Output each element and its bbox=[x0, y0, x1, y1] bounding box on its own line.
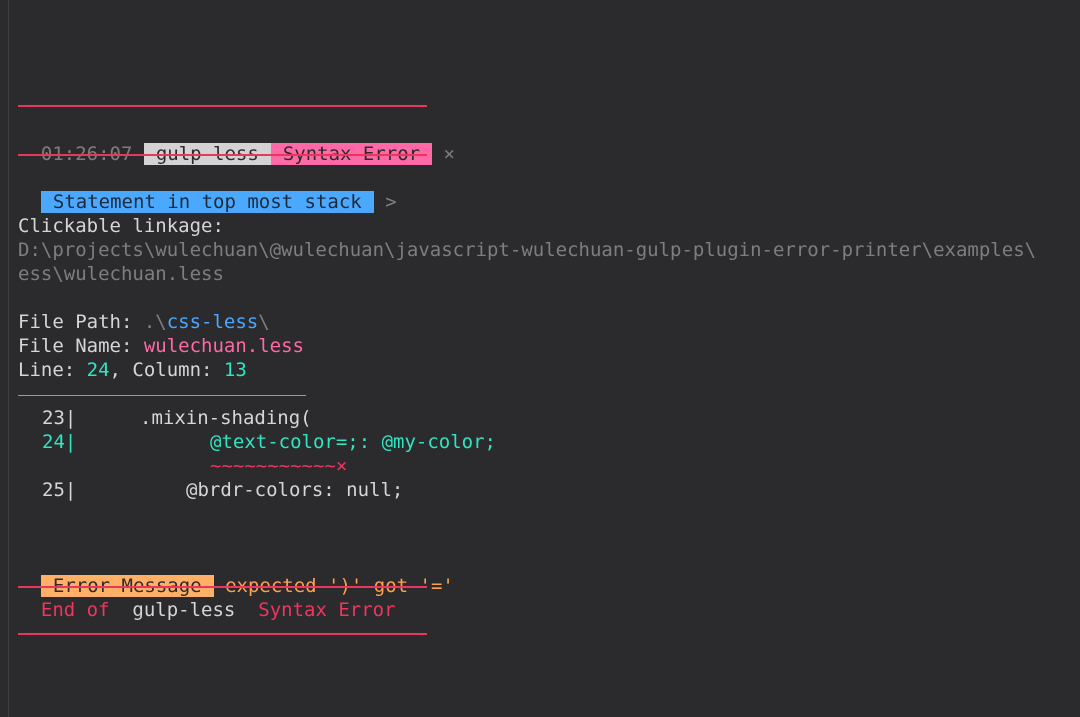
line-value: 24 bbox=[86, 359, 110, 381]
error-squiggle: ~~~~~~~~~~~ bbox=[210, 455, 336, 477]
column-label: , Column: bbox=[109, 359, 224, 381]
file-path-dot: .\ bbox=[143, 311, 167, 333]
code-line-number-error: 24| bbox=[42, 431, 77, 453]
column-value: 13 bbox=[223, 359, 247, 381]
code-line-text: @brdr-colors: null; bbox=[186, 479, 404, 501]
error-mark-icon: × bbox=[335, 455, 348, 477]
code-line-number: 25| bbox=[42, 479, 77, 501]
close-icon[interactable]: × bbox=[444, 143, 455, 165]
footer-top-rule bbox=[18, 586, 427, 588]
error-header: 01:26:07 gulp-less Syntax Error × bbox=[18, 118, 455, 165]
linkage-label: Clickable linkage: bbox=[18, 215, 224, 237]
header-bottom-rule bbox=[18, 154, 427, 156]
chevron-right-icon: > bbox=[385, 191, 397, 213]
code-separator bbox=[18, 395, 306, 396]
file-path-tail: \ bbox=[258, 311, 270, 333]
file-path-dir: css-less bbox=[166, 311, 259, 333]
file-name-row: File Name: wulechuan.less bbox=[18, 334, 304, 358]
file-path-row: File Path: .\css-less\ bbox=[18, 310, 270, 334]
code-line-text: .mixin-shading( bbox=[140, 407, 312, 429]
stack-section: Statement in top most stack > bbox=[18, 166, 397, 213]
file-path-label: File Path: bbox=[18, 311, 144, 333]
error-footer: End of gulp-less Syntax Error bbox=[18, 598, 396, 622]
linkage-path-line-1[interactable]: D:\projects\wulechuan\@wulechuan\javascr… bbox=[18, 238, 1036, 262]
line-label: Line: bbox=[18, 359, 87, 381]
linkage-path-line-2[interactable]: ess\wulechuan.less bbox=[18, 262, 224, 286]
error-underline: ~~~~~~~~~~~× bbox=[210, 454, 347, 478]
stack-badge: Statement in top most stack bbox=[40, 191, 374, 213]
footer-plugin: gulp-less bbox=[132, 599, 236, 621]
code-line-number: 23| bbox=[42, 407, 77, 429]
editor-gutter-line bbox=[8, 0, 9, 717]
line-column-row: Line: 24, Column: 13 bbox=[18, 358, 247, 382]
file-name-label: File Name: bbox=[18, 335, 144, 357]
header-top-rule bbox=[18, 105, 427, 107]
footer-bottom-rule bbox=[18, 633, 427, 635]
file-name-value: wulechuan.less bbox=[143, 335, 304, 357]
code-line-text-error: @text-color=;: @my-color; bbox=[210, 431, 496, 453]
footer-error-type: Syntax Error bbox=[258, 599, 396, 621]
footer-end-of: End of bbox=[40, 599, 110, 621]
error-message-row: Error Message expected ')' got '=' bbox=[18, 550, 454, 597]
